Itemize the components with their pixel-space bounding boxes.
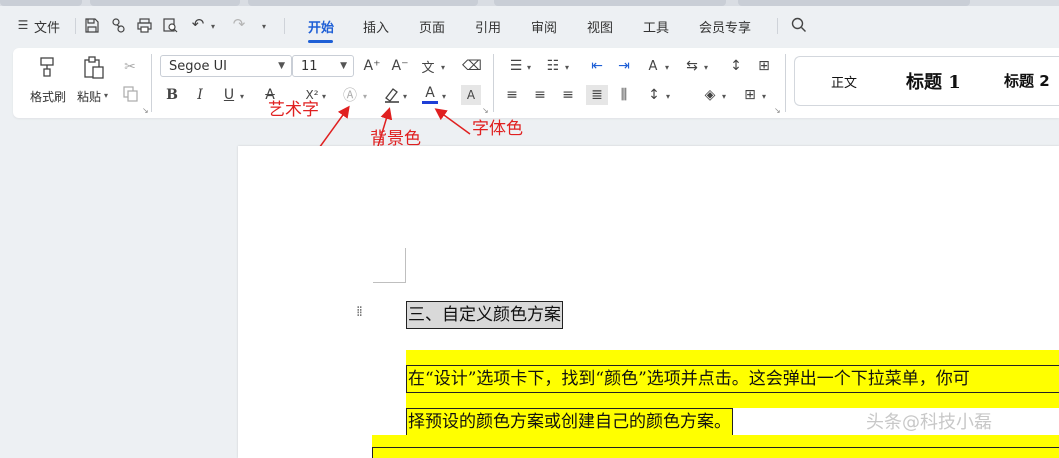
arrow-to-font-color [434, 108, 471, 135]
highlight-band [372, 435, 1059, 447]
highlight-band [372, 447, 1059, 458]
highlight-band [406, 394, 1059, 408]
document-paragraph-line-2[interactable]: 择预设的颜色方案或创建自己的颜色方案。 [406, 408, 733, 436]
document-paragraph-line-1[interactable]: 在“设计”选项卡下，找到“颜色”选项并点击。这会弹出一个下拉菜单，你可 [406, 365, 1059, 393]
drag-handle-icon[interactable]: ⁞⁞ [356, 304, 363, 320]
margin-corner-mark [373, 248, 406, 283]
document-heading[interactable]: 三、自定义颜色方案 [406, 301, 563, 329]
watermark: 头条@科技小磊 [866, 412, 992, 433]
highlight-band [406, 350, 1059, 364]
